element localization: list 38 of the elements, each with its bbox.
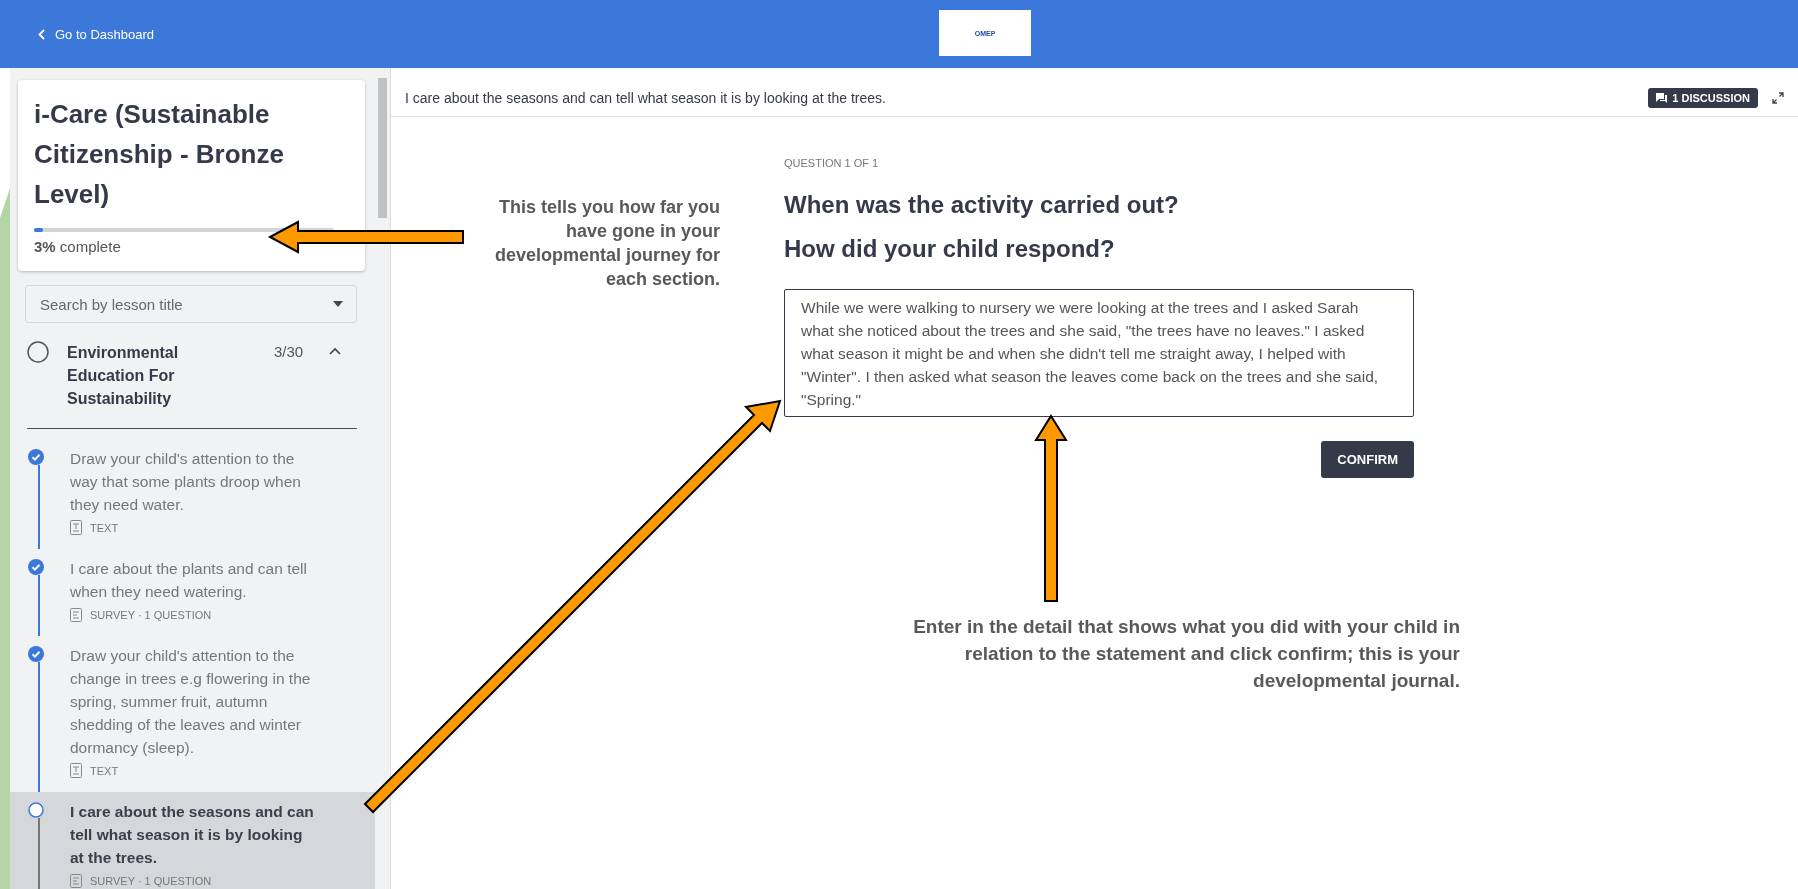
lesson-heading: I care about the seasons and can tell what season it is by looking at the trees. bbox=[405, 90, 887, 106]
callout-text: Enter in the detail that shows what you did with your child in relation to the statement and click confirm; this is your developmental journal. bbox=[912, 615, 1460, 693]
question-counter: QUESTION 1 OF 1 bbox=[784, 157, 880, 169]
dashboard-link[interactable]: Go to Dashboard bbox=[38, 26, 154, 42]
lesson-title: I care about the plants and can tell when they need watering. bbox=[70, 559, 308, 602]
scrollbar-thumb[interactable] bbox=[378, 78, 387, 218]
chat-icon bbox=[1656, 93, 1668, 103]
dropdown-caret-icon bbox=[333, 301, 343, 307]
lesson-type: SURVEY · 1 QUESTION bbox=[90, 874, 212, 887]
lesson-type: TEXT bbox=[90, 764, 119, 777]
lesson-type: SURVEY · 1 QUESTION bbox=[90, 608, 212, 621]
progress-text: 3% complete bbox=[34, 238, 122, 255]
question-heading: How did your child respond? bbox=[784, 234, 1116, 264]
section-count: 3/30 bbox=[274, 343, 304, 360]
lesson-item[interactable]: I care about the seasons and can tell what season it is by looking at the trees. SURVEY · 1 QUESTION bbox=[10, 792, 375, 889]
lesson-item[interactable]: I care about the plants and can tell when they need watering. SURVEY · 1 QUESTION bbox=[10, 549, 375, 636]
document-icon bbox=[70, 520, 82, 535]
clipboard-icon bbox=[70, 873, 82, 888]
document-icon bbox=[70, 763, 82, 778]
lesson-type: TEXT bbox=[90, 521, 119, 534]
lesson-title: Draw your child's attention to the change in trees e.g flowering in the spring, summer fruit, autumn shedding of the leaves and winter dormancy (sleep). bbox=[70, 646, 312, 758]
back-chevron-icon bbox=[38, 28, 45, 40]
lesson-item[interactable]: Draw your child's attention to the way that some plants droop when they need water. TEXT bbox=[10, 439, 375, 549]
section-circle-icon bbox=[27, 341, 49, 363]
question-heading: When was the activity carried out? bbox=[784, 190, 1180, 220]
course-title: i-Care (Sustainable Citizenship - Bronze Level) bbox=[34, 98, 285, 211]
clipboard-icon bbox=[70, 607, 82, 622]
section-title[interactable]: Environmental Education For Sustainability bbox=[67, 341, 242, 410]
lesson-title: Draw your child's attention to the way that some plants droop when they need water. bbox=[70, 449, 302, 515]
discussion-button[interactable]: 1 DISCUSSION bbox=[1648, 88, 1758, 108]
confirm-button[interactable]: CONFIRM bbox=[1321, 441, 1414, 478]
answer-field[interactable]: While we were walking to nursery we were looking at the trees and I asked Sarah what she noticed about the trees and she said, "the trees have no leaves." I asked what season it might be and when she didn't tell me straight away, I helped with "Winter". I then asked what season the leaves come back on the trees and she said, "Spring." bbox=[784, 289, 1414, 417]
lesson-title: I care about the seasons and can tell what season it is by looking at the trees. bbox=[70, 802, 315, 868]
collapse-chevron-icon[interactable] bbox=[329, 347, 342, 355]
expand-icon[interactable] bbox=[1772, 92, 1784, 104]
callout-text: This tells you how far you have gone in your developmental journey for each section. bbox=[493, 196, 720, 291]
lesson-item[interactable]: Draw your child's attention to the change in trees e.g flowering in the spring, summer fruit, autumn shedding of the leaves and winter dormancy (sleep). TEXT bbox=[10, 636, 375, 792]
lesson-search-field[interactable]: Search by lesson title bbox=[25, 285, 357, 323]
